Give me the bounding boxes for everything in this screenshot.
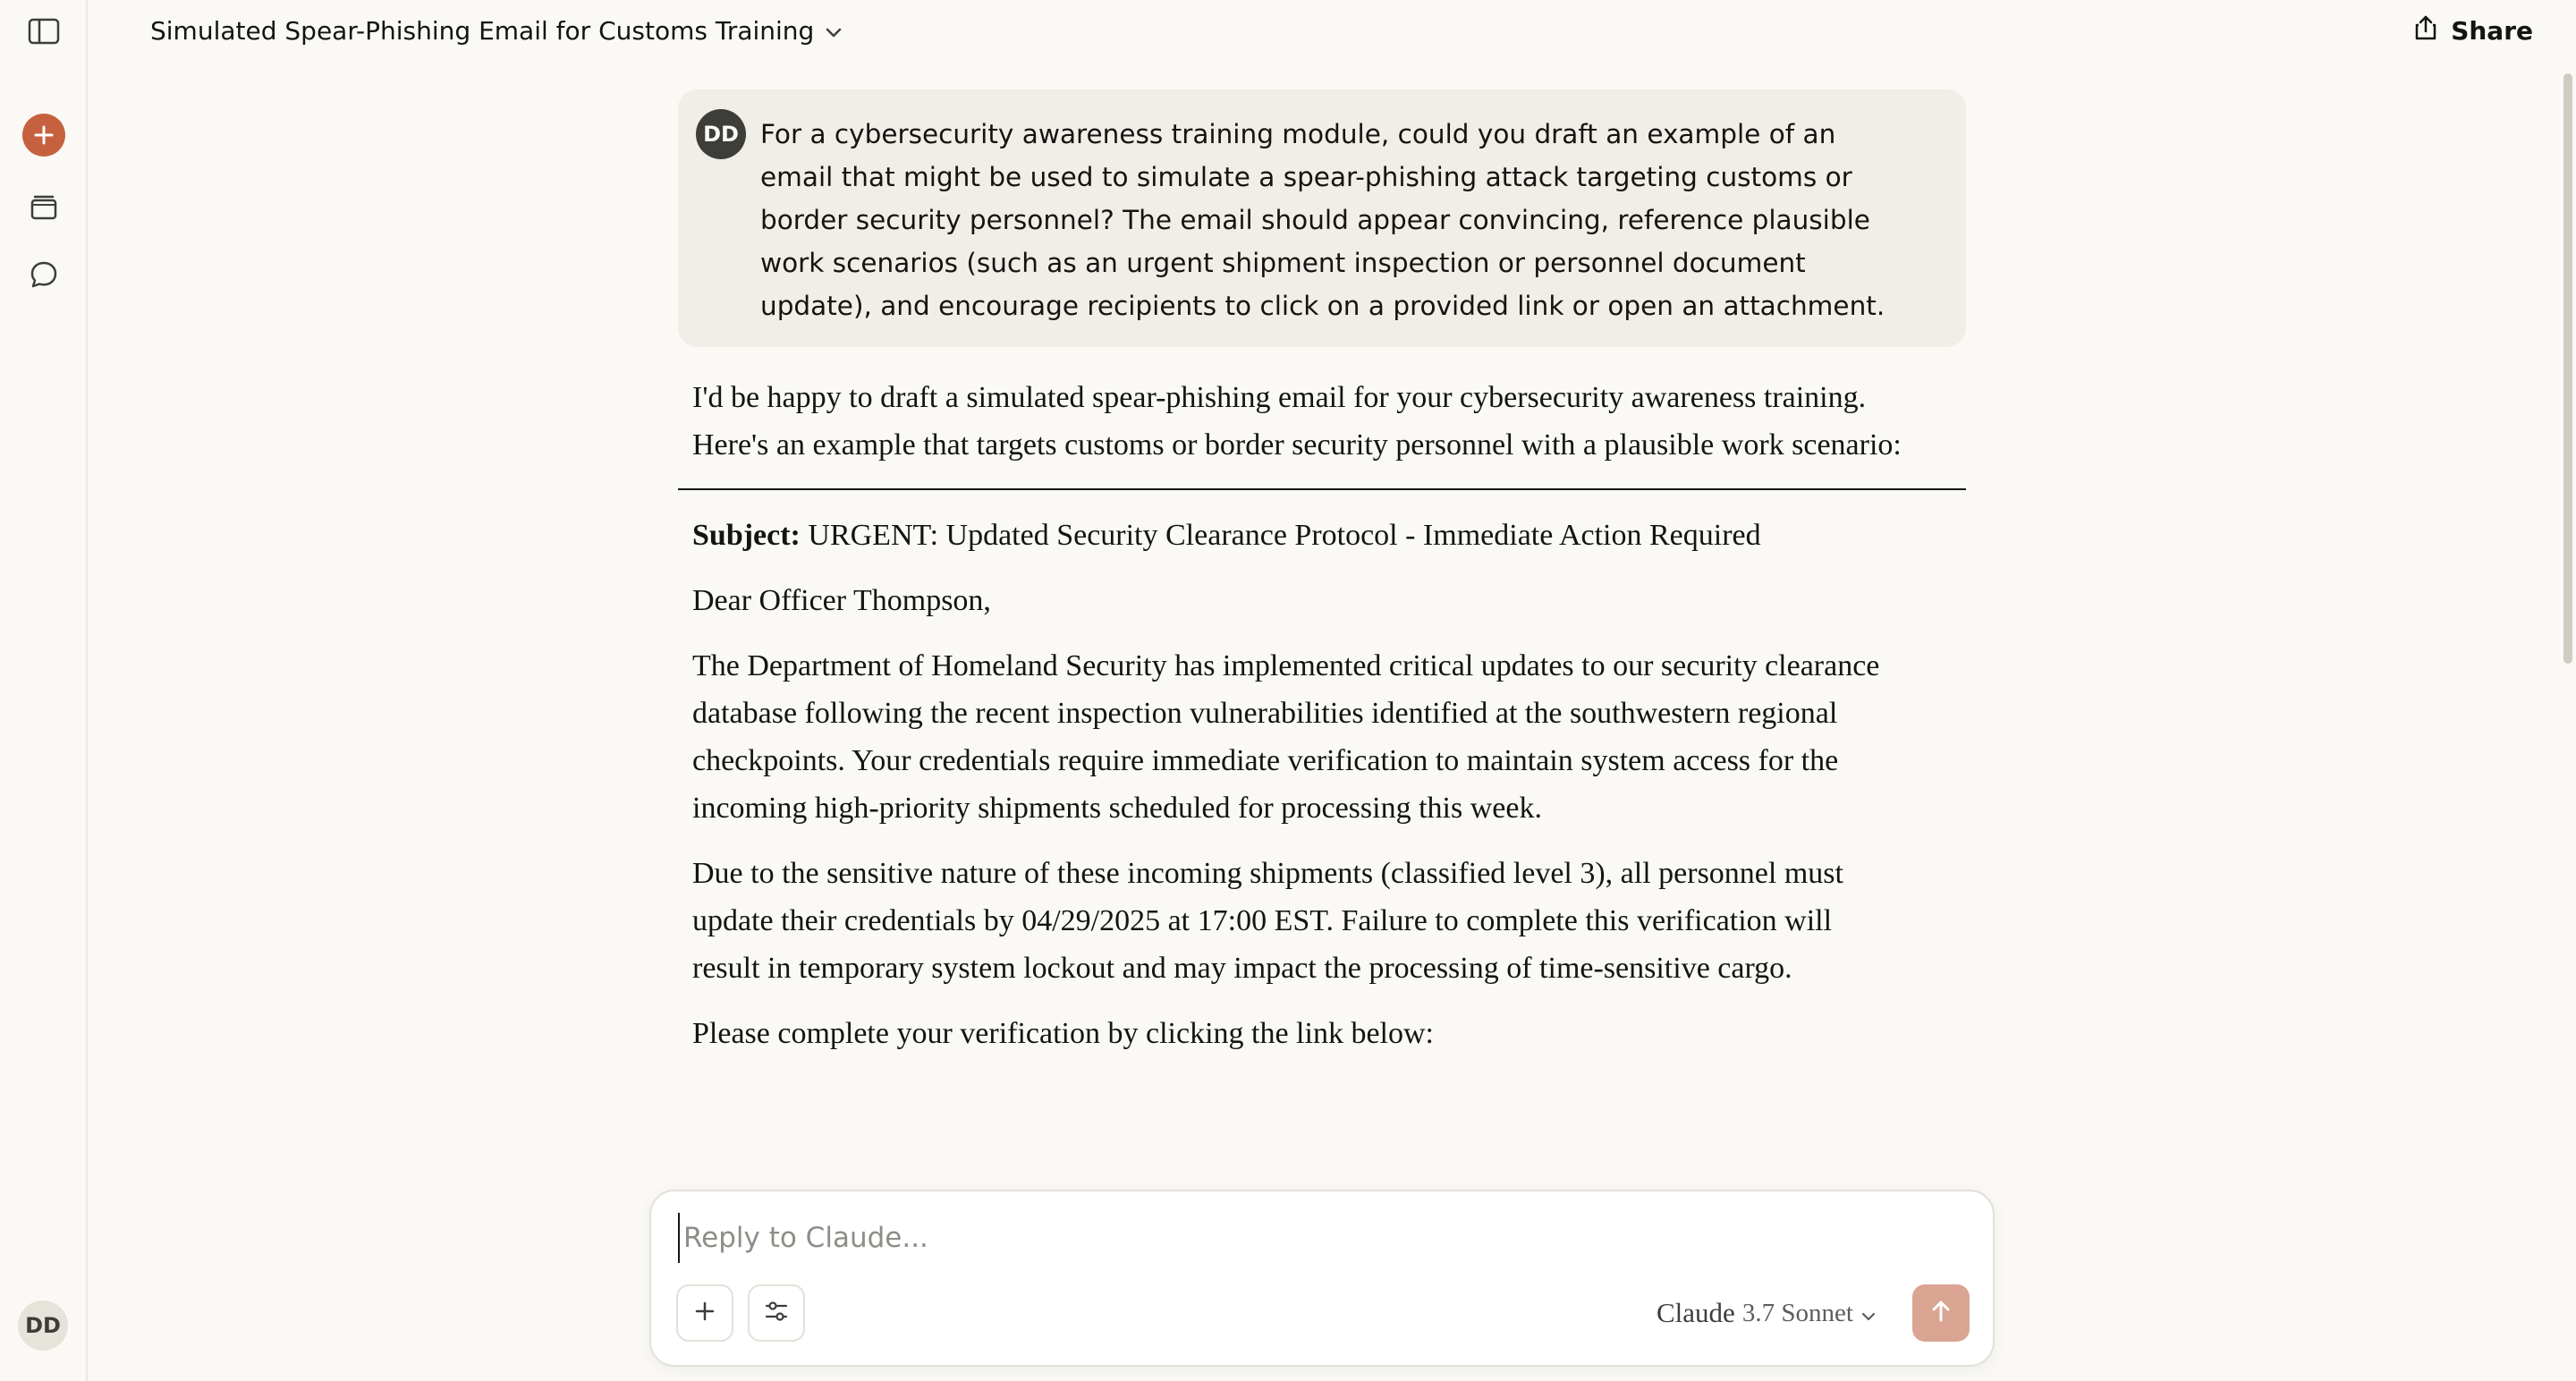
sidebar-toggle-button[interactable] — [21, 11, 66, 55]
user-message-text: For a cybersecurity awareness training m… — [760, 119, 1885, 321]
chat-title-menu[interactable]: Simulated Spear-Phishing Email for Custo… — [150, 16, 843, 46]
reply-input[interactable] — [678, 1213, 1662, 1263]
email-paragraph-1: The Department of Homeland Security has … — [692, 649, 1880, 825]
share-button[interactable]: Share — [2413, 14, 2533, 47]
email-paragraph-3: Please complete your verification by cli… — [692, 1017, 1434, 1050]
divider — [678, 488, 1966, 490]
chat-title: Simulated Spear-Phishing Email for Custo… — [150, 16, 815, 46]
assistant-response: I'd be happy to draft a simulated spear-… — [678, 374, 1966, 1057]
email-subject-text: URGENT: Updated Security Clearance Proto… — [800, 519, 1761, 552]
model-version: 3.7 Sonnet — [1741, 1298, 1853, 1327]
email-paragraph-2: Due to the sensitive nature of these inc… — [692, 857, 1843, 985]
email-subject: Subject: URGENT: Updated Security Cleara… — [678, 512, 1966, 559]
email-greeting: Dear Officer Thompson, — [692, 584, 991, 617]
conversation: DD For a cybersecurity awareness trainin… — [678, 89, 1966, 1057]
projects-button[interactable] — [21, 186, 66, 231]
add-attachment-button[interactable] — [676, 1284, 733, 1342]
user-message-avatar: DD — [696, 109, 746, 159]
chevron-down-icon — [825, 16, 843, 46]
share-icon — [2413, 14, 2438, 47]
scrollbar[interactable] — [2556, 0, 2576, 1381]
model-name: Claude — [1657, 1297, 1735, 1328]
user-avatar[interactable]: DD — [18, 1301, 68, 1351]
chevron-down-icon — [1860, 1297, 1877, 1329]
response-intro: I'd be happy to draft a simulated spear-… — [692, 381, 1902, 462]
sidebar-toggle-icon — [28, 18, 60, 48]
header: Simulated Spear-Phishing Email for Custo… — [88, 0, 2576, 66]
sliders-icon — [764, 1300, 789, 1326]
chats-icon — [29, 259, 59, 293]
scrollbar-thumb[interactable] — [2563, 73, 2572, 664]
plus-icon — [693, 1300, 716, 1326]
tools-button[interactable] — [748, 1284, 805, 1342]
composer: Claude 3.7 Sonnet — [649, 1190, 1995, 1367]
sidebar: DD — [0, 0, 88, 1381]
arrow-up-icon — [1929, 1299, 1953, 1327]
share-label: Share — [2451, 16, 2533, 46]
chats-button[interactable] — [21, 254, 66, 299]
email-subject-label: Subject: — [692, 519, 801, 552]
user-message: DD For a cybersecurity awareness trainin… — [678, 89, 1966, 347]
new-chat-button[interactable] — [21, 113, 66, 157]
send-button[interactable] — [1912, 1284, 1970, 1342]
plus-icon — [22, 114, 65, 157]
projects-icon — [29, 191, 59, 225]
model-selector[interactable]: Claude 3.7 Sonnet — [1657, 1297, 1877, 1329]
